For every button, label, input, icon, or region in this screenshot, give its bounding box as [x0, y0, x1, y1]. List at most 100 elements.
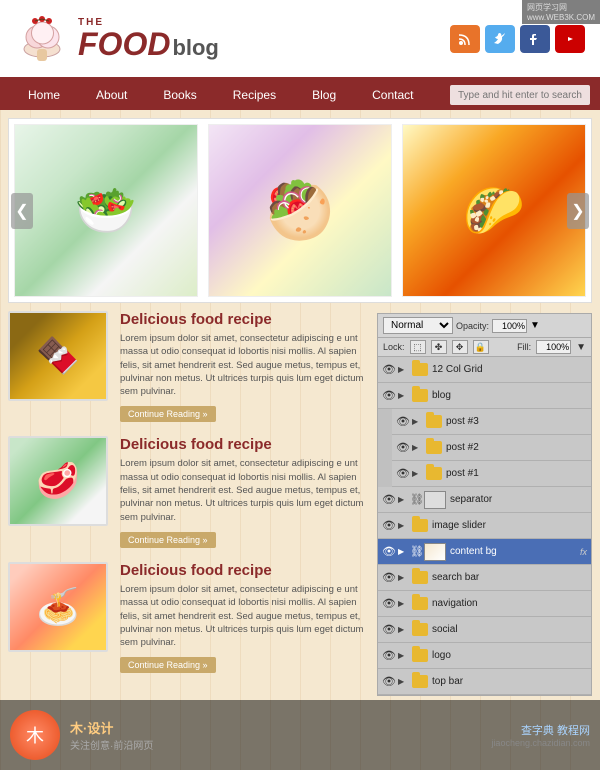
layer-eye-icon[interactable]: 👁	[382, 363, 396, 377]
layer-folder-icon	[426, 441, 442, 454]
layer-chain-icon: ⛓	[410, 545, 420, 558]
nav-about[interactable]: About	[78, 80, 145, 110]
nav-home[interactable]: Home	[10, 80, 78, 110]
lock-all-icon[interactable]: 🔒	[473, 340, 489, 354]
layer-eye-icon[interactable]: 👁	[382, 389, 396, 403]
nav-links: Home About Books Recipes Blog Contact	[10, 80, 450, 110]
opacity-input[interactable]	[492, 319, 527, 333]
watermark-logo: 木	[10, 710, 60, 760]
layer-expand-icon[interactable]: ▶	[398, 521, 408, 530]
slide-1-image	[15, 125, 197, 296]
layer-image-slider[interactable]: 👁 ▶ image slider	[378, 513, 591, 539]
layer-expand-icon[interactable]: ▶	[398, 365, 408, 374]
layer-eye-icon[interactable]: 👁	[396, 415, 410, 429]
layer-12-col-grid[interactable]: 👁 ▶ 12 Col Grid	[378, 357, 591, 383]
post-2-content: Delicious food recipe Lorem ipsum dolor …	[120, 436, 372, 547]
watermark-right-sub: jiaocheng.chazidian.com	[491, 738, 590, 748]
layer-expand-icon[interactable]: ▶	[412, 417, 422, 426]
post-1-read-more[interactable]: Continue Reading »	[120, 406, 216, 422]
post-3-thumbnail	[8, 562, 108, 652]
opacity-arrow-icon[interactable]: ▼	[530, 320, 540, 331]
nav-recipes[interactable]: Recipes	[215, 80, 294, 110]
opacity-label: Opacity:	[456, 321, 489, 331]
post-1-content: Delicious food recipe Lorem ipsum dolor …	[120, 311, 372, 422]
layer-eye-icon[interactable]: 👁	[396, 441, 410, 455]
layer-expand-icon[interactable]: ▶	[398, 573, 408, 582]
layer-eye-icon[interactable]: 👁	[382, 623, 396, 637]
layer-folder-icon	[412, 597, 428, 610]
layer-expand-icon[interactable]: ▶	[398, 547, 408, 556]
layer-folder-icon	[412, 649, 428, 662]
layer-logo[interactable]: 👁 ▶ logo	[378, 643, 591, 669]
nav-contact[interactable]: Contact	[354, 80, 431, 110]
layer-search-bar[interactable]: 👁 ▶ search bar	[378, 565, 591, 591]
search-input[interactable]	[450, 85, 590, 105]
layer-expand-icon[interactable]: ▶	[398, 391, 408, 400]
layer-fx-icon[interactable]: fx	[580, 547, 587, 557]
layer-blog[interactable]: 👁 ▶ blog	[378, 383, 591, 409]
image-slider: ❮ ❯	[8, 118, 592, 303]
post-1-text: Lorem ipsum dolor sit amet, consectetur …	[120, 332, 372, 398]
nav-blog[interactable]: Blog	[294, 80, 354, 110]
layer-post3[interactable]: 👁 ▶ post #3	[392, 409, 591, 435]
layer-folder-icon	[412, 623, 428, 636]
watermark-top-right: 网页学习网 www.WEB3K.COM	[522, 0, 600, 24]
layer-eye-icon[interactable]: 👁	[382, 597, 396, 611]
logo-food: FOOD	[78, 28, 170, 60]
post-3-content: Delicious food recipe Lorem ipsum dolor …	[120, 562, 372, 673]
layer-name-12-col-grid: 12 Col Grid	[432, 364, 587, 375]
layer-top-bar[interactable]: 👁 ▶ top bar	[378, 669, 591, 695]
watermark-main-text: 木·设计	[70, 718, 153, 737]
nav-bar: Home About Books Recipes Blog Contact	[0, 80, 600, 110]
lock-pixel-icon[interactable]: ✤	[431, 340, 447, 354]
slider-images	[9, 119, 591, 302]
layer-expand-icon[interactable]: ▶	[398, 495, 408, 504]
twitter-icon[interactable]	[485, 25, 515, 53]
lock-position-icon[interactable]: ⬚	[410, 340, 426, 354]
layer-name-image-slider: image slider	[432, 520, 587, 531]
youtube-icon[interactable]	[555, 25, 585, 53]
layer-expand-icon[interactable]: ▶	[412, 443, 422, 452]
layer-folder-icon	[412, 519, 428, 532]
slide-3-image	[403, 125, 585, 296]
layers-lock-row: Lock: ⬚ ✤ ✥ 🔒 Fill: ▼	[378, 338, 591, 357]
layers-toolbar: Normal Opacity: ▼	[378, 314, 591, 338]
layer-thumbnail	[424, 543, 446, 561]
layer-post1[interactable]: 👁 ▶ post #1	[392, 461, 591, 487]
layer-navigation[interactable]: 👁 ▶ navigation	[378, 591, 591, 617]
layer-expand-icon[interactable]: ▶	[398, 677, 408, 686]
post-2-read-more[interactable]: Continue Reading »	[120, 532, 216, 548]
layer-name-post2: post #2	[446, 442, 587, 453]
layer-eye-icon[interactable]: 👁	[382, 519, 396, 533]
slider-next-button[interactable]: ❯	[567, 193, 589, 229]
layer-eye-icon[interactable]: 👁	[382, 493, 396, 507]
slide-1	[14, 124, 198, 297]
post-2-title: Delicious food recipe	[120, 436, 372, 453]
layer-eye-icon[interactable]: 👁	[382, 675, 396, 689]
fill-label: Fill:	[517, 342, 531, 352]
facebook-icon[interactable]	[520, 25, 550, 53]
layer-expand-icon[interactable]: ▶	[412, 469, 422, 478]
blend-mode-select[interactable]: Normal	[383, 317, 453, 334]
layer-name-content-bg: content bg	[450, 546, 576, 557]
layer-folder-icon	[426, 415, 442, 428]
layer-eye-icon[interactable]: 👁	[382, 545, 396, 559]
fill-input[interactable]	[536, 340, 571, 354]
layer-expand-icon[interactable]: ▶	[398, 599, 408, 608]
layer-separator[interactable]: 👁 ▶ ⛓ separator	[378, 487, 591, 513]
slider-prev-button[interactable]: ❮	[11, 193, 33, 229]
layer-eye-icon[interactable]: 👁	[382, 649, 396, 663]
layer-eye-icon[interactable]: 👁	[382, 571, 396, 585]
post-3-read-more[interactable]: Continue Reading »	[120, 657, 216, 673]
fill-arrow-icon[interactable]: ▼	[576, 342, 586, 353]
layer-eye-icon[interactable]: 👁	[396, 467, 410, 481]
layer-expand-icon[interactable]: ▶	[398, 625, 408, 634]
layer-content-bg[interactable]: 👁 ▶ ⛓ content bg fx	[378, 539, 591, 565]
layer-folder-icon	[412, 363, 428, 376]
layer-post2[interactable]: 👁 ▶ post #2	[392, 435, 591, 461]
layer-expand-icon[interactable]: ▶	[398, 651, 408, 660]
nav-books[interactable]: Books	[145, 80, 214, 110]
rss-icon[interactable]	[450, 25, 480, 53]
layer-social[interactable]: 👁 ▶ social	[378, 617, 591, 643]
lock-move-icon[interactable]: ✥	[452, 340, 468, 354]
